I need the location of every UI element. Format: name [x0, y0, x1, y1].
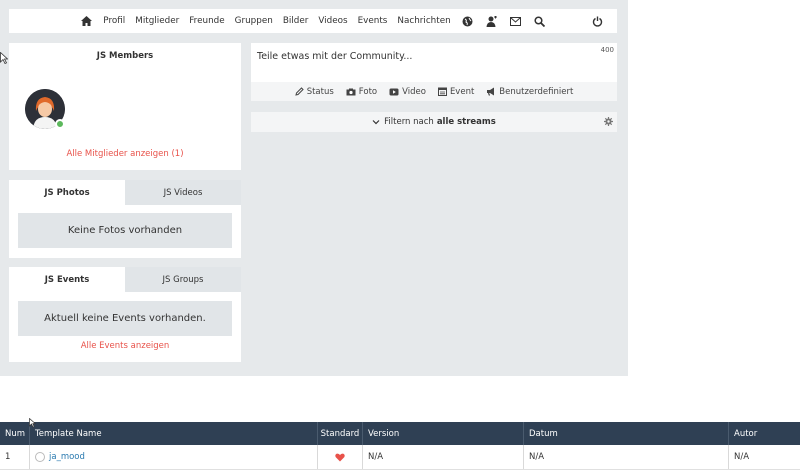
row-standard-cell [318, 445, 363, 469]
tab-js-events[interactable]: JS Events [9, 267, 125, 292]
search-icon[interactable] [533, 14, 547, 28]
pencil-icon [295, 87, 304, 96]
row-template-name-cell: ja_mood [30, 445, 318, 469]
nav-gruppen[interactable]: Gruppen [230, 16, 278, 26]
heart-icon[interactable] [335, 453, 345, 462]
members-card: JS Members Alle Mitglieder anzeigen (1) [9, 43, 241, 170]
video-button[interactable]: Video [389, 87, 426, 97]
filter-prefix: Filtern nach [384, 117, 434, 127]
stream-filter-bar[interactable]: Filtern nach alle streams [251, 112, 617, 132]
online-status-dot [55, 119, 65, 129]
header-version[interactable]: Version [363, 422, 524, 445]
mail-icon[interactable] [509, 14, 523, 28]
row-autor: N/A [734, 452, 750, 462]
bullhorn-icon [487, 87, 495, 96]
template-table: Num Template Name Standard Version Datum… [0, 417, 800, 470]
friend-request-icon[interactable] [485, 14, 499, 28]
photos-card: JS Photos JS Videos Keine Fotos vorhande… [9, 180, 241, 258]
header-datum[interactable]: Datum [524, 422, 729, 445]
header-template-name[interactable]: Template Name [30, 422, 318, 445]
table-row: 1 ja_mood N/A N/A N/A [0, 445, 800, 470]
table-header: Num Template Name Standard Version Datum… [0, 422, 800, 445]
video-icon [389, 88, 399, 95]
camera-icon [346, 88, 356, 95]
video-label: Video [402, 86, 426, 97]
members-title: JS Members [96, 51, 154, 61]
community-area: Profil Mitglieder Freunde Gruppen Bilder… [0, 0, 628, 376]
photos-empty-message: Keine Fotos vorhanden [18, 213, 232, 248]
events-empty-message: Aktuell keine Events vorhanden. [18, 301, 232, 336]
tab-js-videos[interactable]: JS Videos [125, 180, 241, 205]
row-num: 1 [0, 445, 30, 469]
chevron-down-icon [372, 120, 380, 125]
nav-profil[interactable]: Profil [98, 16, 130, 26]
tab-js-groups[interactable]: JS Groups [125, 267, 241, 292]
show-all-events-link[interactable]: Alle Events anzeigen [9, 341, 241, 351]
power-icon[interactable] [590, 14, 604, 28]
nav-nachrichten[interactable]: Nachrichten [392, 16, 455, 26]
char-counter: 400 [600, 46, 614, 54]
photo-label: Foto [358, 86, 378, 97]
top-navbar: Profil Mitglieder Freunde Gruppen Bilder… [9, 9, 617, 33]
header-num[interactable]: Num [0, 422, 30, 445]
event-button[interactable]: Event [437, 86, 475, 97]
status-composer: Teile etwas mit der Community... 400 Sta… [251, 43, 617, 101]
status-label: Status [306, 86, 334, 97]
status-button[interactable]: Status [295, 87, 334, 97]
mouse-cursor-icon [0, 51, 9, 67]
home-icon[interactable] [79, 14, 93, 28]
tab-js-photos[interactable]: JS Photos [9, 180, 125, 205]
custom-button[interactable]: Benutzerdefiniert [486, 87, 573, 97]
event-label: Event [449, 86, 475, 97]
template-link[interactable]: ja_mood [49, 452, 85, 462]
header-standard[interactable]: Standard [318, 422, 363, 445]
row-datum: N/A [524, 445, 729, 469]
nav-videos[interactable]: Videos [313, 16, 352, 26]
gear-icon[interactable] [604, 117, 613, 129]
photo-button[interactable]: Foto [346, 87, 377, 97]
nav-bilder[interactable]: Bilder [278, 16, 314, 26]
row-version: N/A [363, 445, 524, 469]
filter-value: alle streams [436, 117, 496, 127]
header-autor[interactable]: Autor [729, 422, 800, 445]
globe-icon[interactable] [461, 14, 475, 28]
nav-events[interactable]: Events [353, 16, 393, 26]
composer-actions: Status Foto Video Event Benutzerdefinier… [251, 82, 617, 101]
events-card: JS Events JS Groups Aktuell keine Events… [9, 267, 241, 362]
template-radio[interactable] [35, 452, 45, 462]
custom-label: Benutzerdefiniert [499, 86, 574, 97]
nav-freunde[interactable]: Freunde [184, 16, 229, 26]
table-cursor-icon [29, 417, 37, 431]
status-input[interactable]: Teile etwas mit der Community... [257, 51, 587, 62]
calendar-icon [437, 87, 447, 96]
show-all-members-link[interactable]: Alle Mitglieder anzeigen (1) [9, 149, 241, 159]
nav-mitglieder[interactable]: Mitglieder [130, 16, 184, 26]
